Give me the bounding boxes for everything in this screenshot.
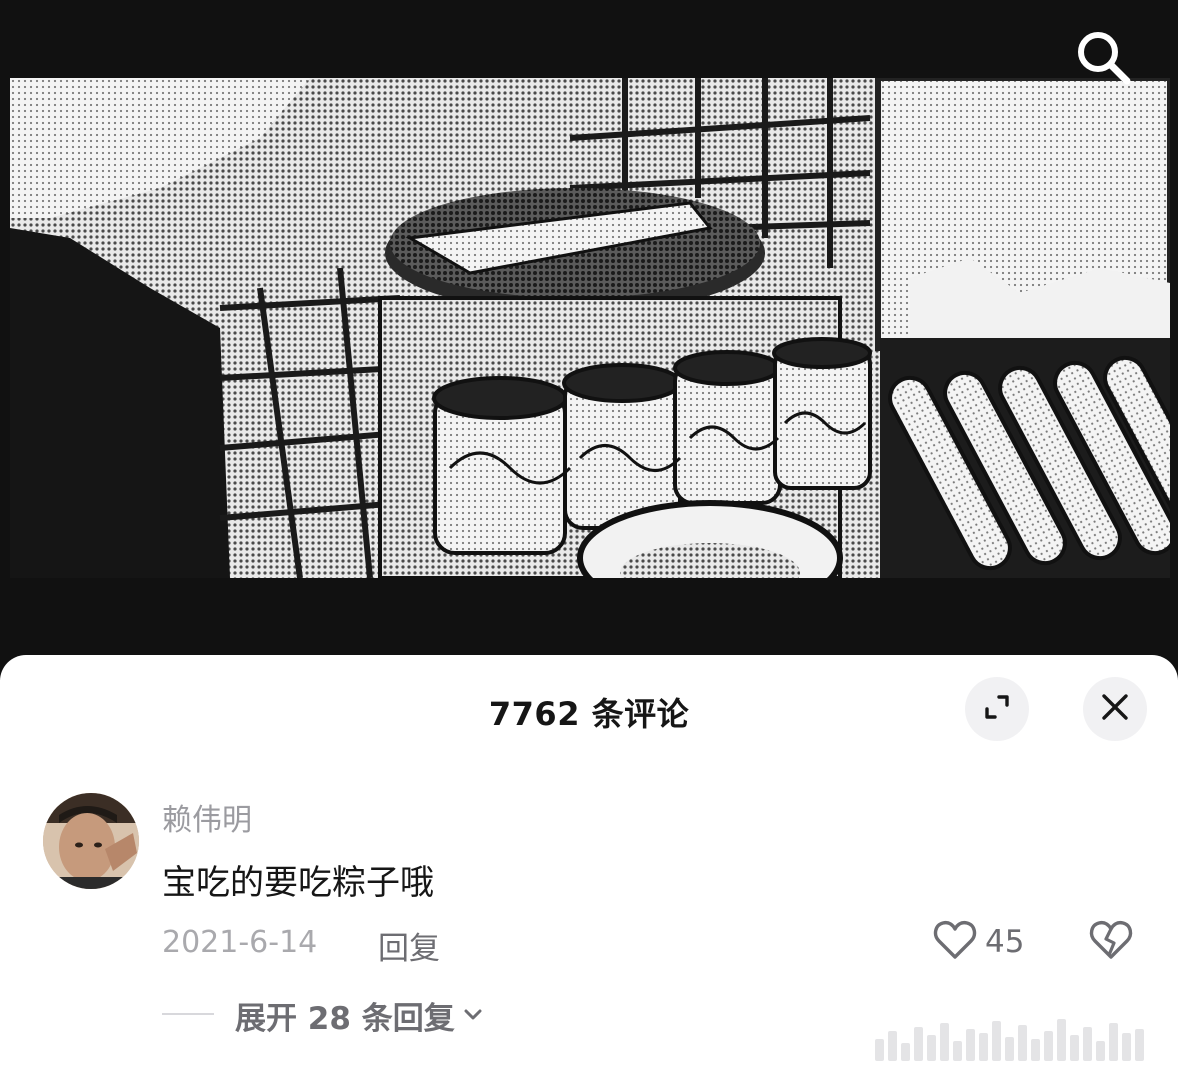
close-icon	[1100, 692, 1130, 726]
video-scene	[10, 78, 1170, 578]
avatar[interactable]	[43, 793, 139, 889]
close-panel-button[interactable]	[1083, 677, 1147, 741]
expand-replies-button[interactable]: 展开 28 条回复	[235, 993, 485, 1038]
replies-divider	[162, 1013, 214, 1015]
reply-button[interactable]: 回复	[378, 923, 440, 968]
expand-panel-button[interactable]	[965, 677, 1029, 741]
like-button[interactable]: 45	[933, 919, 1024, 965]
broken-heart-icon	[1088, 920, 1134, 965]
expand-replies-label: 展开 28 条回复	[235, 1001, 455, 1037]
heart-outline-icon	[933, 919, 977, 965]
watermark	[875, 1017, 1160, 1061]
chevron-down-icon	[455, 998, 485, 1034]
comments-panel: 7762 条评论 赖伟明 宝吃的要吃粽子哦 2021-6-14 回复 45 展开…	[0, 655, 1178, 1080]
comment-username[interactable]: 赖伟明	[162, 795, 252, 839]
search-icon	[1073, 27, 1133, 91]
search-button[interactable]	[1068, 24, 1138, 94]
comment-text: 宝吃的要吃粽子哦	[162, 863, 434, 903]
expand-icon	[982, 692, 1012, 726]
like-count: 45	[985, 924, 1025, 960]
dislike-button[interactable]	[1088, 919, 1134, 965]
video-frame-image	[10, 78, 1170, 578]
video-player[interactable]	[0, 0, 1178, 680]
comment-date: 2021-6-14	[162, 925, 318, 960]
